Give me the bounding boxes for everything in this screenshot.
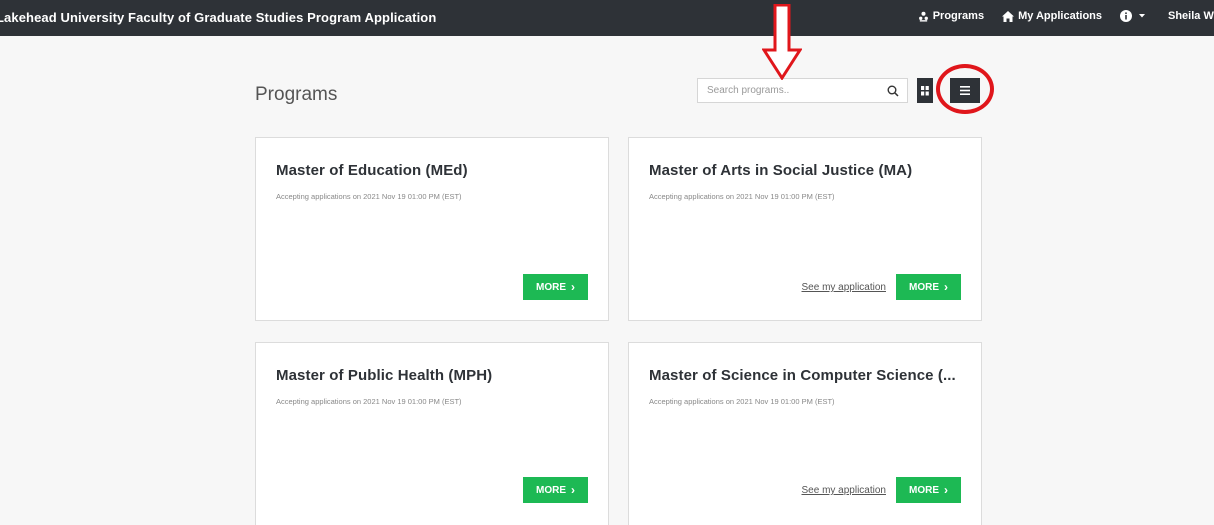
user-menu[interactable]: Sheila W... xyxy=(1168,10,1214,22)
program-status: Accepting applications on 2021 Nov 19 01… xyxy=(276,192,462,201)
grid-view-button[interactable] xyxy=(917,78,933,103)
nav-menu: Programs My Applications Sheila W... xyxy=(900,10,1214,22)
see-my-application-link[interactable]: See my application xyxy=(802,282,887,293)
program-title: Master of Education (MEd) xyxy=(276,162,468,179)
info-icon xyxy=(1120,10,1132,22)
program-card: Master of Science in Computer Science (.… xyxy=(628,342,982,525)
home-icon xyxy=(1002,10,1015,22)
program-title: Master of Public Health (MPH) xyxy=(276,367,493,384)
program-status: Accepting applications on 2021 Nov 19 01… xyxy=(649,397,835,406)
page-title: Programs xyxy=(255,84,338,105)
program-card: Master of Education (MEd) Accepting appl… xyxy=(255,137,609,321)
search-box xyxy=(697,78,908,103)
nav-my-applications-link[interactable]: My Applications xyxy=(1002,10,1102,22)
chevron-right-icon: › xyxy=(571,483,575,497)
top-navbar: Lakehead University Faculty of Graduate … xyxy=(0,0,1214,36)
more-label: MORE xyxy=(909,281,939,293)
program-title: Master of Arts in Social Justice (MA) xyxy=(649,162,913,179)
more-label: MORE xyxy=(909,484,939,496)
annotation-arrow-icon xyxy=(762,4,802,80)
search-input[interactable] xyxy=(698,79,878,102)
info-menu-toggle[interactable] xyxy=(1120,10,1150,22)
see-my-application-link[interactable]: See my application xyxy=(802,485,887,496)
programs-icon xyxy=(918,11,928,22)
nav-my-applications-label: My Applications xyxy=(1018,10,1102,22)
chevron-right-icon: › xyxy=(944,483,948,497)
nav-programs-link[interactable]: Programs xyxy=(918,10,984,22)
more-button[interactable]: MORE › xyxy=(896,477,961,503)
program-title: Master of Science in Computer Science (.… xyxy=(649,367,956,384)
program-card: Master of Arts in Social Justice (MA) Ac… xyxy=(628,137,982,321)
more-button[interactable]: MORE › xyxy=(896,274,961,300)
annotation-circle xyxy=(936,64,994,114)
more-button[interactable]: MORE › xyxy=(523,274,588,300)
program-status: Accepting applications on 2021 Nov 19 01… xyxy=(276,397,462,406)
program-card: Master of Public Health (MPH) Accepting … xyxy=(255,342,609,525)
program-status: Accepting applications on 2021 Nov 19 01… xyxy=(649,192,835,201)
chevron-right-icon: › xyxy=(944,280,948,294)
more-button[interactable]: MORE › xyxy=(523,477,588,503)
grid-icon xyxy=(921,85,929,95)
more-label: MORE xyxy=(536,281,566,293)
more-label: MORE xyxy=(536,484,566,496)
caret-down-icon xyxy=(1139,14,1145,18)
app-title: Lakehead University Faculty of Graduate … xyxy=(0,10,437,25)
search-icon[interactable] xyxy=(887,85,899,97)
chevron-right-icon: › xyxy=(571,280,575,294)
nav-programs-label: Programs xyxy=(932,10,985,22)
